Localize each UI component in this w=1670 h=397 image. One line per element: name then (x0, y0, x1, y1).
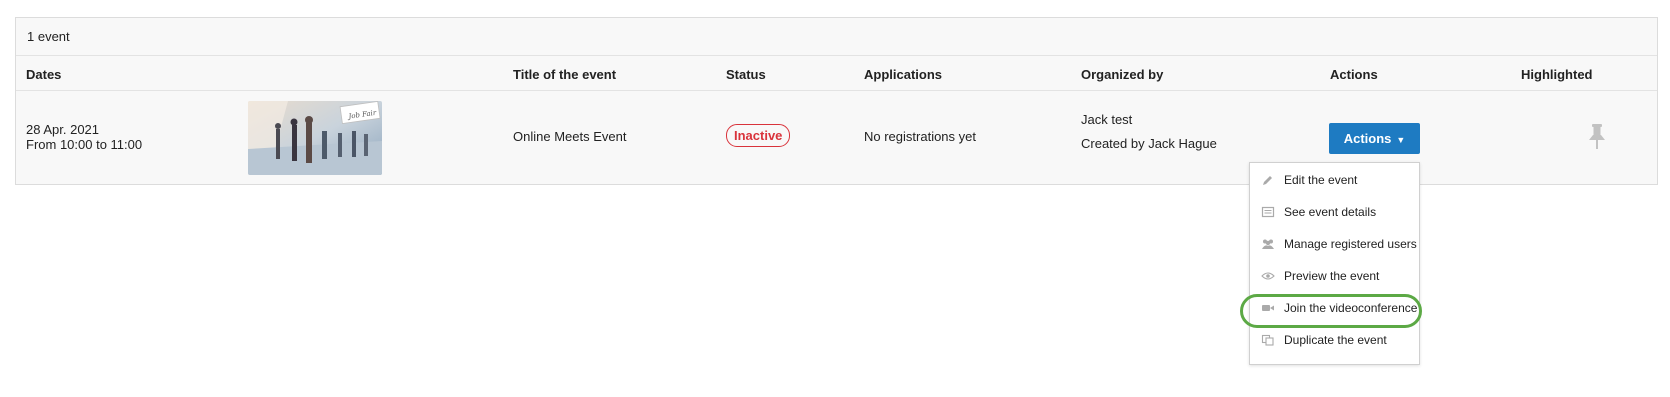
menu-item-label: See event details (1284, 205, 1377, 219)
highlight-ring (1240, 294, 1422, 328)
menu-item-label: Manage registered users (1284, 237, 1417, 251)
event-thumbnail[interactable]: Job Fair (248, 101, 382, 175)
applications-value: No registrations yet (864, 129, 976, 144)
menu-item-label: Duplicate the event (1284, 333, 1387, 347)
column-header-organized-by[interactable]: Organized by (1081, 67, 1163, 82)
event-time: From 10:00 to 11:00 (26, 137, 143, 152)
pin-icon[interactable] (1587, 123, 1607, 151)
column-header-applications[interactable]: Applications (864, 67, 942, 82)
actions-dropdown-menu: Edit the event See event details Manage … (1249, 162, 1420, 365)
event-count: 1 event (16, 18, 1657, 56)
actions-button-label: Actions (1343, 131, 1392, 146)
menu-item-edit-event[interactable]: Edit the event (1250, 165, 1419, 195)
event-title[interactable]: Online Meets Event (513, 129, 626, 144)
created-by: Created by Jack Hague (1081, 136, 1217, 151)
menu-item-label: Preview the event (1284, 269, 1380, 283)
organizer-name: Jack test (1081, 112, 1133, 127)
event-date: 28 Apr. 2021 (26, 122, 100, 137)
events-panel: 1 event Dates Title of the event Status … (15, 17, 1658, 185)
column-header-dates[interactable]: Dates (26, 67, 61, 82)
column-header-highlighted: Highlighted (1521, 67, 1593, 82)
column-header-title[interactable]: Title of the event (513, 67, 616, 82)
menu-item-duplicate-event[interactable]: Duplicate the event (1250, 325, 1419, 355)
menu-item-manage-registered-users[interactable]: Manage registered users (1250, 229, 1419, 259)
users-icon (1261, 238, 1275, 250)
pencil-icon (1261, 174, 1275, 186)
column-header-actions: Actions (1330, 67, 1378, 82)
duplicate-icon (1261, 334, 1275, 346)
status-badge: Inactive (726, 124, 791, 147)
menu-item-see-event-details[interactable]: See event details (1250, 197, 1419, 227)
caret-down-icon: ▼ (1396, 135, 1406, 145)
eye-icon (1261, 270, 1275, 282)
details-icon (1261, 206, 1275, 218)
column-header-status[interactable]: Status (726, 67, 766, 82)
menu-item-preview-event[interactable]: Preview the event (1250, 261, 1419, 291)
table-header: Dates Title of the event Status Applicat… (16, 56, 1657, 91)
actions-button[interactable]: Actions ▼ (1329, 123, 1420, 154)
menu-item-label: Edit the event (1284, 173, 1358, 187)
